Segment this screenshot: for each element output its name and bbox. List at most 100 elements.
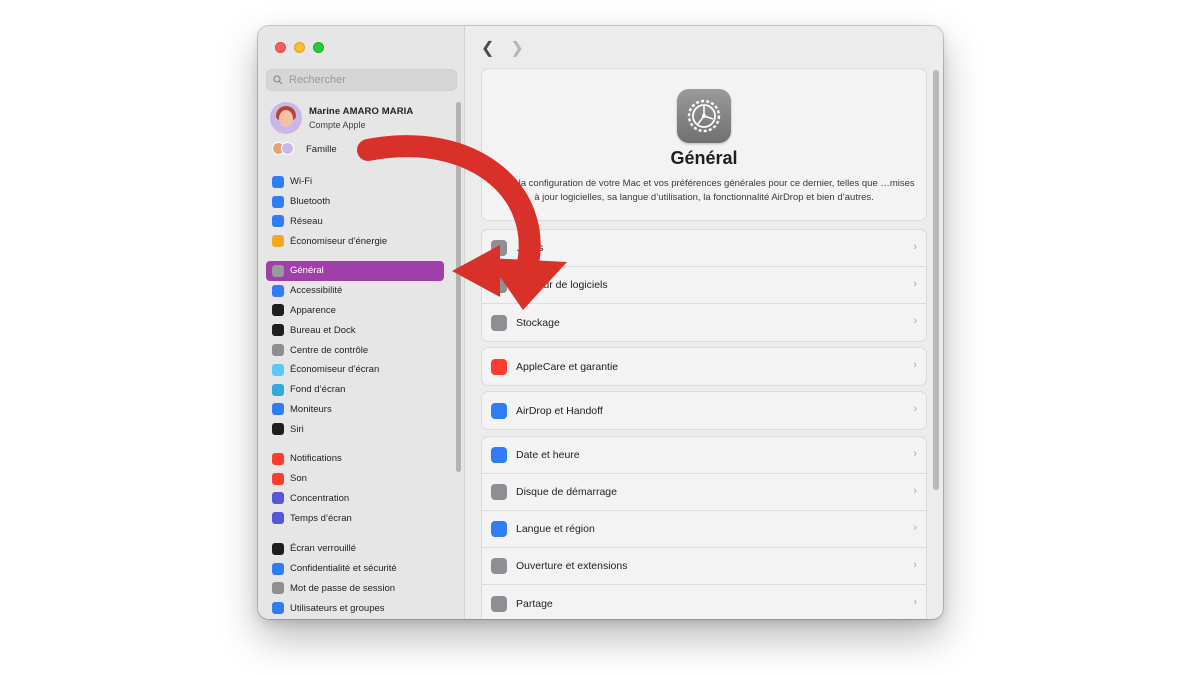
- sidebar-item-bluetooth[interactable]: Bluetooth: [266, 192, 444, 212]
- sidebar-item-economiseur-d-ecran[interactable]: Économiseur d’écran: [266, 360, 444, 380]
- globe-icon: [272, 215, 284, 228]
- settings-row-disque-de-demarrage[interactable]: Disque de démarrage ›: [482, 474, 926, 511]
- apple-account[interactable]: Marine AMARO MARIA Compte Apple: [270, 102, 413, 134]
- notifications-icon: [272, 452, 284, 465]
- disk-icon: [491, 484, 507, 500]
- zoom-button[interactable]: [313, 42, 324, 53]
- battery-icon: [272, 235, 284, 248]
- chevron-right-icon: ›: [913, 448, 917, 460]
- sidebar-item-ecran-verrouille[interactable]: Écran verrouillé: [266, 539, 444, 559]
- chevron-right-icon: ›: [913, 278, 917, 290]
- settings-row-date-et-heure[interactable]: Date et heure ›: [482, 437, 926, 474]
- settings-row-label: Langue et région: [516, 523, 595, 535]
- search-input[interactable]: [289, 74, 449, 86]
- settings-row-stockage[interactable]: Stockage ›: [482, 304, 926, 341]
- family-item[interactable]: Famille: [272, 141, 337, 157]
- sidebar-item-label: Mot de passe de session: [290, 582, 396, 594]
- sidebar-item-son[interactable]: Son: [266, 469, 444, 489]
- sidebar-item-label: Fond d’écran: [290, 384, 346, 396]
- sidebar-item-wi-fi[interactable]: Wi‑Fi: [266, 172, 444, 192]
- gear-icon: [677, 89, 731, 143]
- search-icon: [273, 75, 283, 85]
- settings-row-applecare-et-garantie[interactable]: AppleCare et garantie ›: [482, 348, 926, 385]
- sidebar-item-centre-de-controle[interactable]: Centre de contrôle: [266, 340, 444, 360]
- sidebar-item-siri[interactable]: Siri: [266, 419, 444, 439]
- sidebar-item-fond-d-ecran[interactable]: Fond d’écran: [266, 380, 444, 400]
- bluetooth-icon: [272, 195, 284, 208]
- accessibility-icon: [272, 284, 284, 297]
- page-description: …rez la configuration de votre Mac et vo…: [493, 178, 915, 203]
- section-applecare: AppleCare et garantie ›: [481, 347, 927, 386]
- chevron-right-icon: ›: [913, 315, 917, 327]
- sidebar-item-general[interactable]: Général: [266, 261, 444, 281]
- sidebar-item-apparence[interactable]: Apparence: [266, 301, 444, 321]
- search-field[interactable]: [266, 69, 457, 91]
- settings-row-label: Partage: [516, 597, 553, 610]
- sidebar-item-label: Centre de contrôle: [290, 344, 369, 356]
- sidebar-item-concentration[interactable]: Concentration: [266, 489, 444, 509]
- sidebar-item-label: Apparence: [290, 304, 336, 316]
- software-update-icon: [491, 277, 507, 293]
- lock-screen-icon: [272, 542, 284, 555]
- settings-row-ouverture-et-extensions[interactable]: Ouverture et extensions ›: [482, 548, 926, 585]
- forward-chevron-icon[interactable]: ❯: [510, 38, 523, 58]
- minimize-button[interactable]: [294, 42, 305, 53]
- sidebar-item-reseau[interactable]: Réseau: [266, 212, 444, 232]
- section-about: …ons › …à jour de logiciels › Stockage ›: [481, 229, 927, 342]
- wifi-icon: [272, 175, 284, 188]
- window-controls: [275, 42, 324, 53]
- sidebar-item-temps-d-ecran[interactable]: Temps d’écran: [266, 508, 444, 528]
- sidebar-scrollbar[interactable]: [456, 102, 461, 472]
- sidebar-item-label: Confidentialité et sécurité: [290, 563, 397, 575]
- calendar-icon: [491, 447, 507, 463]
- close-button[interactable]: [275, 42, 286, 53]
- section-system: Date et heure › Disque de démarrage › Langue…: [481, 436, 927, 619]
- chevron-right-icon: ›: [913, 559, 917, 571]
- settings-row-ons[interactable]: …ons ›: [482, 230, 926, 267]
- sidebar-item-utilisateurs-et-groupes[interactable]: Utilisateurs et groupes: [266, 598, 444, 618]
- settings-row-label: Ouverture et extensions: [516, 560, 628, 572]
- sidebar-item-label: Moniteurs: [290, 403, 332, 415]
- airdrop-icon: [491, 402, 507, 419]
- sidebar-item-moniteurs[interactable]: Moniteurs: [266, 400, 444, 420]
- password-icon: [272, 582, 284, 595]
- sidebar-item-mot-de-passe-de-session[interactable]: Mot de passe de session: [266, 579, 444, 599]
- settings-row-partage[interactable]: Partage ›: [482, 585, 926, 619]
- sidebar-group-system: Général Accessibilité Apparence Bureau et D…: [266, 261, 444, 439]
- sidebar-item-label: Bureau et Dock: [290, 324, 356, 336]
- sidebar-item-label: Siri: [290, 423, 304, 435]
- settings-row-a-jour-de-logiciels[interactable]: …à jour de logiciels ›: [482, 267, 926, 304]
- main-scrollbar[interactable]: [933, 70, 939, 490]
- sidebar-item-label: Général: [290, 265, 324, 277]
- sidebar-item-label: Économiseur d’énergie: [290, 235, 388, 247]
- sidebar-item-label: Économiseur d’écran: [290, 364, 380, 376]
- back-chevron-icon[interactable]: ❮: [481, 38, 494, 58]
- dock-icon: [272, 324, 284, 337]
- siri-icon: [272, 423, 284, 436]
- sidebar-group-network: Wi‑Fi Bluetooth Réseau Économiseur d’énergi…: [266, 172, 444, 251]
- family-avatars-icon: [272, 141, 300, 157]
- list-icon: [491, 558, 507, 574]
- sidebar-group-notifications: Notifications Son Concentration Temps d’écr…: [266, 449, 444, 528]
- sidebar-item-notifications[interactable]: Notifications: [266, 449, 444, 469]
- sidebar: Marine AMARO MARIA Compte Apple Famille …: [258, 26, 465, 619]
- sidebar-item-economiseur-d-energie[interactable]: Économiseur d’énergie: [266, 231, 444, 251]
- focus-icon: [272, 492, 284, 505]
- settings-row-label: Disque de démarrage: [516, 486, 617, 498]
- globe-icon: [491, 521, 507, 537]
- settings-row-label: AirDrop et Handoff: [516, 404, 603, 417]
- sidebar-item-label: Utilisateurs et groupes: [290, 602, 385, 614]
- screensaver-icon: [272, 363, 284, 376]
- sidebar-item-label: Concentration: [290, 492, 350, 504]
- settings-row-langue-et-region[interactable]: Langue et région ›: [482, 511, 926, 548]
- chevron-right-icon: ›: [913, 359, 917, 371]
- settings-window: Marine AMARO MARIA Compte Apple Famille …: [258, 26, 943, 619]
- chevron-right-icon: ›: [913, 596, 917, 608]
- sidebar-item-confidentialite-et-securite[interactable]: Confidentialité et sécurité: [266, 559, 444, 579]
- sidebar-item-bureau-et-dock[interactable]: Bureau et Dock: [266, 320, 444, 340]
- sidebar-item-accessibilite[interactable]: Accessibilité: [266, 281, 444, 301]
- gear-icon: [272, 264, 284, 277]
- sidebar-item-label: Son: [290, 473, 307, 485]
- settings-row-airdrop-et-handoff[interactable]: AirDrop et Handoff ›: [482, 392, 926, 429]
- sidebar-item-label: Temps d’écran: [290, 512, 352, 524]
